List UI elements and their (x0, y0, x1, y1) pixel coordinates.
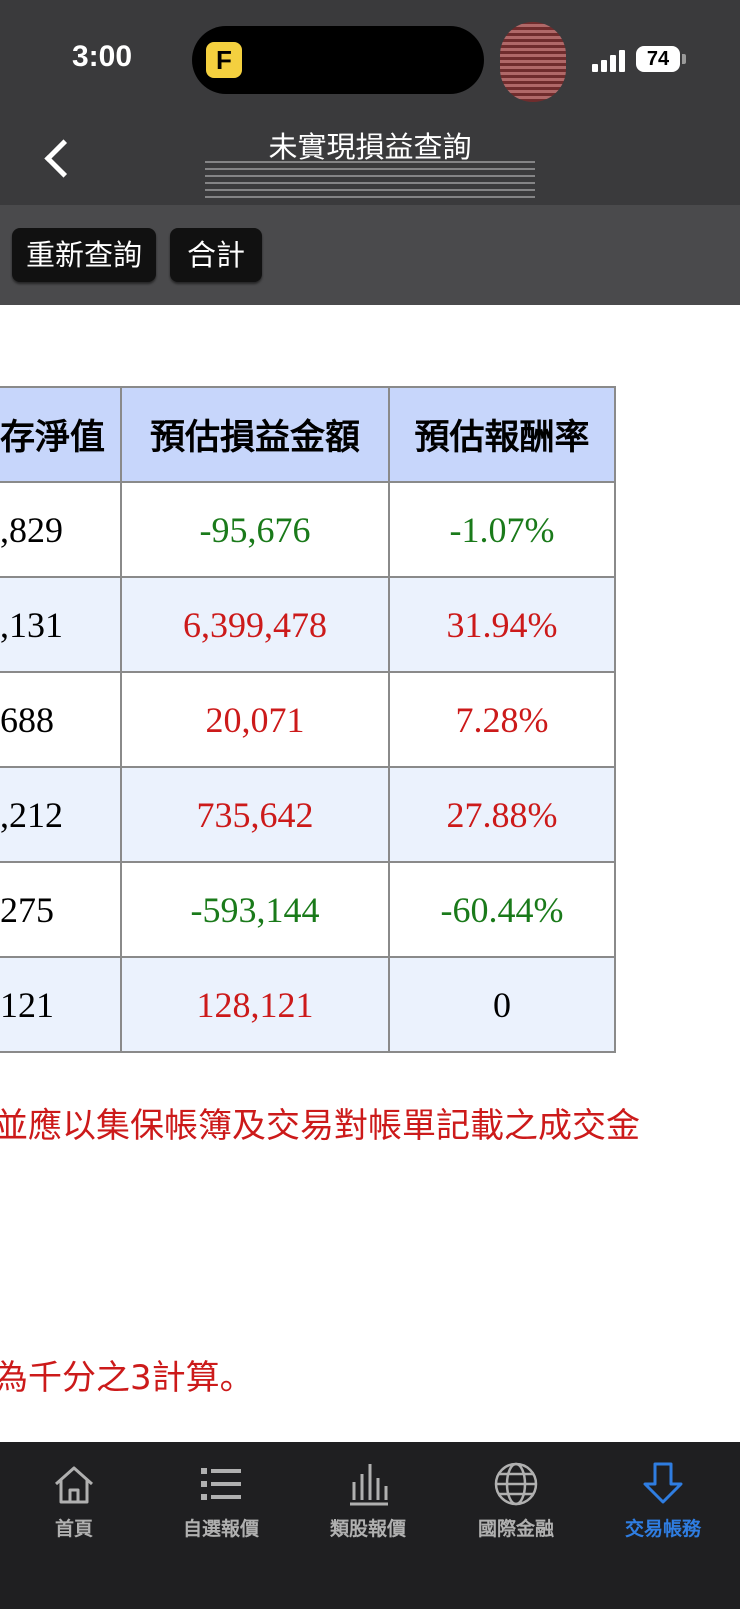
table-row: ,212 735,642 27.88% (0, 766, 616, 863)
cell-pnl: -95,676 (120, 481, 390, 578)
top-bar: 3:00 F 74 未實現損益查詢 (0, 0, 740, 205)
table-row: 275 -593,144 -60.44% (0, 861, 616, 958)
signal-icon (592, 50, 626, 72)
tab-label: 首頁 (54, 1518, 93, 1540)
column-header-rate: 預估報酬率 (388, 386, 616, 483)
toolbar: 重新查詢 合計 (0, 205, 740, 305)
cell-rate: 31.94% (388, 576, 616, 673)
cell-pnl: 20,071 (120, 671, 390, 768)
battery-tip (682, 54, 686, 64)
tab-label: 自選報價 (182, 1518, 259, 1540)
cell-rate: 0 (388, 956, 616, 1053)
pnl-table: 存淨值 預估損益金額 預估報酬率 ,829 -95,676 -1.07% ,13… (0, 386, 616, 1053)
cell-net: ,131 (0, 576, 122, 673)
cell-pnl: -593,144 (120, 861, 390, 958)
cell-net: ,829 (0, 481, 122, 578)
tab-home[interactable]: 首頁 (14, 1460, 134, 1541)
disclaimer-line-2: 為千分之3計算。 (0, 1358, 254, 1398)
table-row: ,131 6,399,478 31.94% (0, 576, 616, 673)
download-arrow-icon (643, 1462, 683, 1504)
cell-rate: -1.07% (388, 481, 616, 578)
table-row: ,829 -95,676 -1.07% (0, 481, 616, 578)
dynamic-island: F (192, 26, 484, 94)
cell-pnl: 735,642 (120, 766, 390, 863)
tab-international[interactable]: 國際金融 (456, 1460, 576, 1541)
total-button[interactable]: 合計 (170, 228, 262, 282)
battery-icon: 74 (636, 46, 680, 72)
status-time: 3:00 (72, 40, 133, 73)
cell-net: 688 (0, 671, 122, 768)
recording-indicator (500, 22, 566, 102)
tab-label: 交易帳務 (624, 1518, 701, 1540)
account-subtitle-redacted (205, 160, 535, 198)
table-viewport[interactable]: 存淨值 預估損益金額 預估報酬率 ,829 -95,676 -1.07% ,13… (0, 386, 620, 1056)
app-badge-icon: F (206, 42, 242, 78)
tab-watchlist[interactable]: 自選報價 (161, 1460, 281, 1541)
globe-icon (494, 1462, 538, 1506)
cell-net: 275 (0, 861, 122, 958)
requery-button[interactable]: 重新查詢 (12, 228, 156, 282)
table-row: 688 20,071 7.28% (0, 671, 616, 768)
cell-pnl: 128,121 (120, 956, 390, 1053)
cell-rate: 27.88% (388, 766, 616, 863)
cell-pnl: 6,399,478 (120, 576, 390, 673)
column-header-pnl: 預估損益金額 (120, 386, 390, 483)
tab-sector-quotes[interactable]: 類股報價 (308, 1460, 428, 1541)
cell-rate: 7.28% (388, 671, 616, 768)
list-icon (201, 1468, 241, 1500)
tab-label: 國際金融 (477, 1518, 554, 1540)
table-row: 121 128,121 0 (0, 956, 616, 1053)
disclaimer-line-1: 並應以集保帳簿及交易對帳單記載之成交金 (0, 1106, 640, 1146)
column-header-net: 存淨值 (0, 386, 122, 483)
tab-trading-account[interactable]: 交易帳務 (603, 1460, 723, 1541)
bar-chart-icon (350, 1464, 388, 1506)
home-icon (55, 1466, 93, 1504)
cell-net: 121 (0, 956, 122, 1053)
cell-net: ,212 (0, 766, 122, 863)
tab-label: 類股報價 (329, 1518, 406, 1540)
cell-rate: -60.44% (388, 861, 616, 958)
bottom-tab-bar: 首頁 自選報價 類股報價 國際金融 交易帳務 (0, 1442, 740, 1609)
